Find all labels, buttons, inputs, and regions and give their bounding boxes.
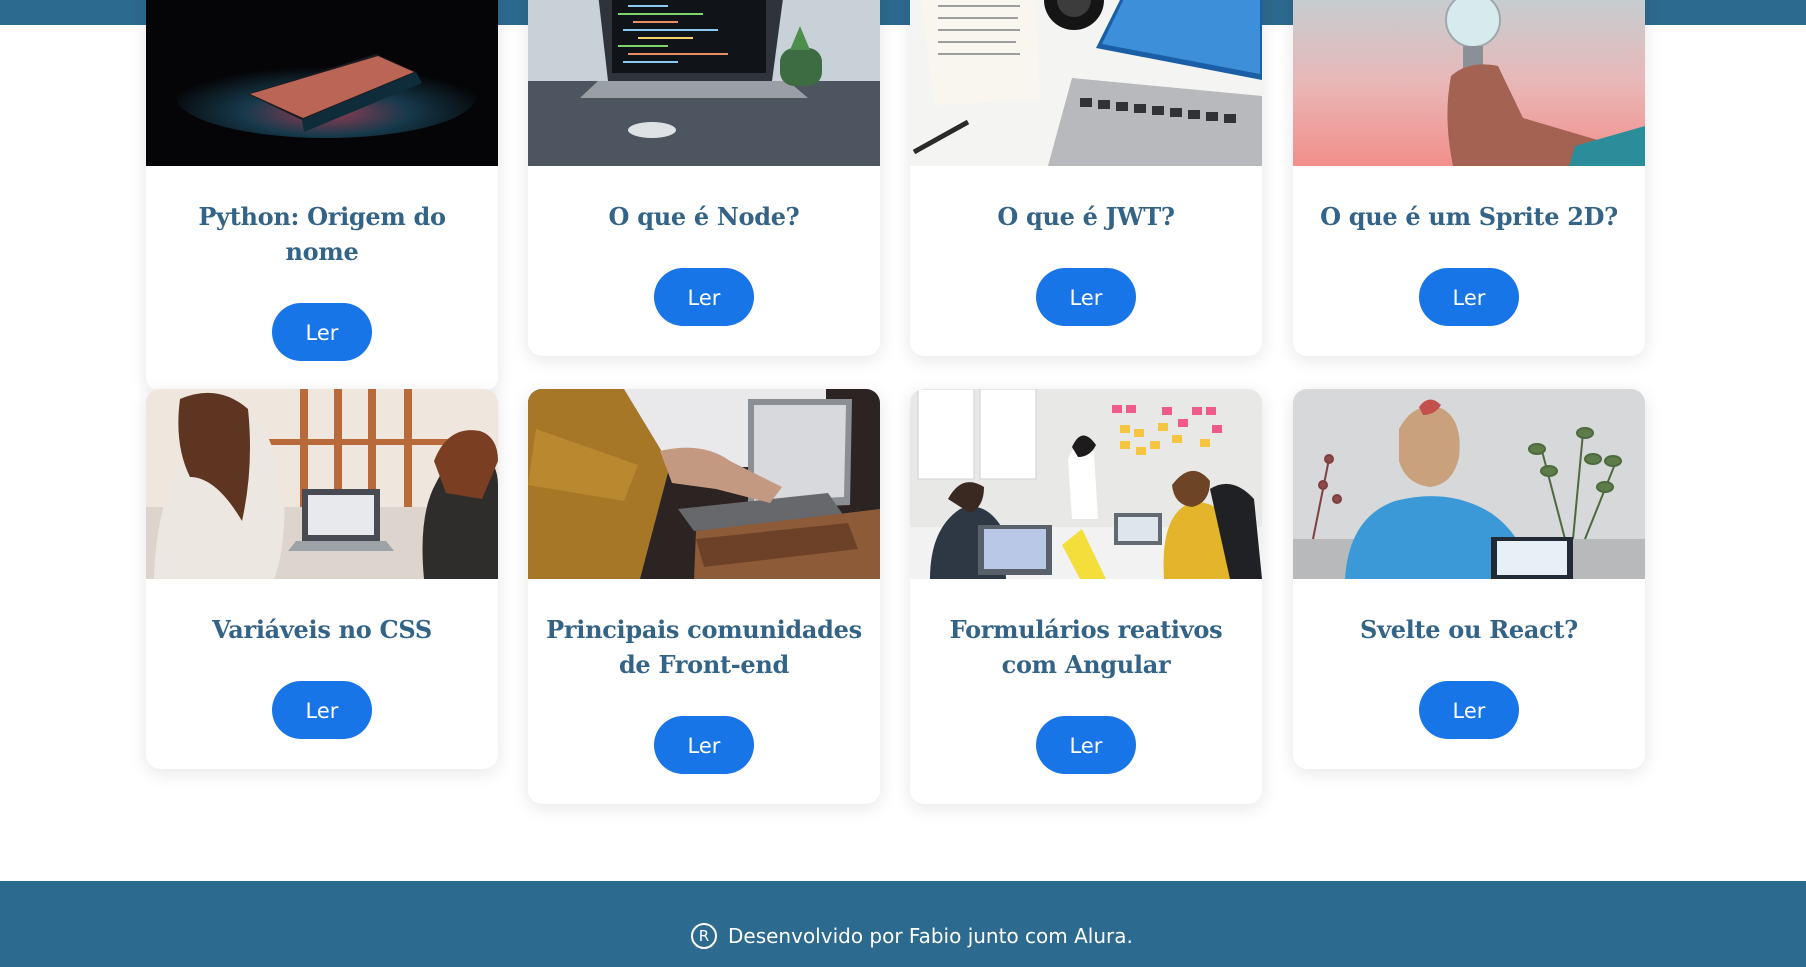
footer: R Desenvolvido por Fabio junto com Alura… bbox=[0, 881, 1806, 967]
article-image bbox=[1293, 0, 1645, 166]
registered-icon: R bbox=[691, 923, 717, 949]
article-image bbox=[910, 0, 1262, 166]
article-title: Principais comunidades de Front-end bbox=[546, 615, 862, 679]
read-button[interactable]: Ler bbox=[1036, 268, 1136, 326]
article-image bbox=[528, 0, 880, 166]
article-title: Svelte ou React? bbox=[1360, 615, 1578, 644]
article-title: O que é um Sprite 2D? bbox=[1320, 202, 1618, 231]
article-card: Svelte ou React? Ler bbox=[1293, 389, 1645, 769]
article-image bbox=[146, 389, 498, 579]
article-card: O que é um Sprite 2D? Ler bbox=[1293, 0, 1645, 356]
article-title: O que é JWT? bbox=[997, 202, 1175, 231]
article-card: Principais comunidades de Front-end Ler bbox=[528, 389, 880, 804]
read-button[interactable]: Ler bbox=[1419, 681, 1519, 739]
article-image bbox=[146, 0, 498, 166]
article-title: O que é Node? bbox=[608, 202, 800, 231]
read-button[interactable]: Ler bbox=[1036, 716, 1136, 774]
article-image bbox=[910, 389, 1262, 579]
read-button[interactable]: Ler bbox=[272, 681, 372, 739]
footer-content: R Desenvolvido por Fabio junto com Alura… bbox=[691, 923, 1133, 949]
read-button[interactable]: Ler bbox=[1419, 268, 1519, 326]
article-card: O que é Node? Ler bbox=[528, 0, 880, 356]
read-button[interactable]: Ler bbox=[654, 268, 754, 326]
article-title: Variáveis no CSS bbox=[212, 615, 432, 644]
articles-grid: Python: Origem do nome Ler O que é Node?… bbox=[0, 0, 1806, 880]
article-image bbox=[528, 389, 880, 579]
footer-text: Desenvolvido por Fabio junto com Alura. bbox=[728, 924, 1133, 948]
article-card: Variáveis no CSS Ler bbox=[146, 389, 498, 769]
read-button[interactable]: Ler bbox=[272, 303, 372, 361]
article-title: Formulários reativos com Angular bbox=[949, 615, 1223, 679]
article-card: O que é JWT? Ler bbox=[910, 0, 1262, 356]
article-image bbox=[1293, 389, 1645, 579]
article-title: Python: Origem do nome bbox=[198, 202, 446, 266]
article-card: Python: Origem do nome Ler bbox=[146, 0, 498, 391]
article-card: Formulários reativos com Angular Ler bbox=[910, 389, 1262, 804]
read-button[interactable]: Ler bbox=[654, 716, 754, 774]
